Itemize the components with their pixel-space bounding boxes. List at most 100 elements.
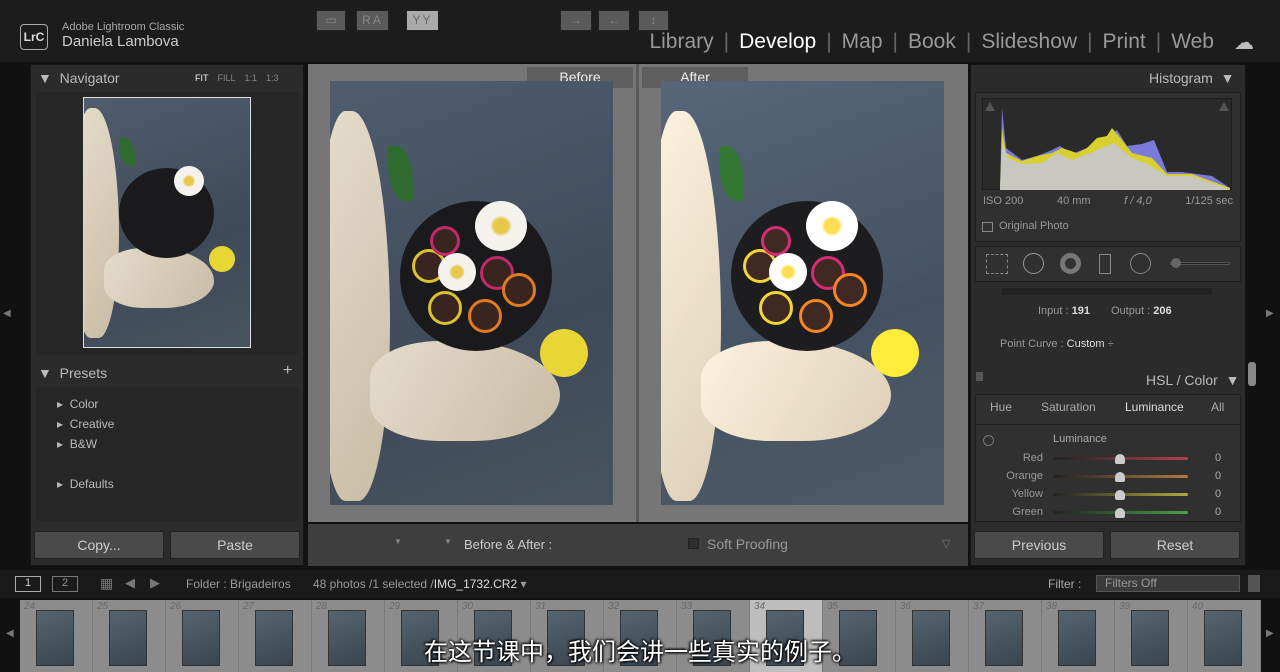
count-label: 48 photos /1 selected / (313, 577, 434, 591)
module-book[interactable]: Book (898, 30, 966, 54)
spot-removal-tool-icon[interactable] (1023, 253, 1044, 274)
tab-luminance[interactable]: Luminance (1125, 400, 1184, 414)
tone-curve-graph[interactable] (1002, 288, 1212, 295)
input-label: Input : (1038, 305, 1069, 317)
preset-folder-defaults[interactable]: ▸ Defaults (57, 477, 114, 491)
preset-folder-creative[interactable]: ▸ Creative (57, 417, 114, 431)
copy-button[interactable]: Copy... (34, 531, 164, 559)
grid-icon[interactable]: ▦ (100, 575, 113, 592)
app-name: Adobe Lightroom Classic (62, 21, 185, 33)
right-panel-toggle-icon[interactable]: ▶ (1266, 308, 1274, 319)
right-panel-scrollbar[interactable] (1248, 362, 1256, 386)
after-photo[interactable] (661, 81, 944, 505)
slider-thumb[interactable] (1115, 454, 1125, 464)
before-after-view-button[interactable]: YY (406, 10, 439, 31)
copy-after-to-before-button[interactable]: ← (598, 10, 630, 31)
iso: ISO 200 (983, 195, 1024, 207)
loupe-view-button[interactable]: ▭ (316, 10, 346, 31)
slider-value[interactable]: 0 (1215, 506, 1221, 518)
before-photo[interactable] (330, 81, 613, 505)
slider-label: Orange (1006, 470, 1043, 482)
thumbnail-number: 40 (1192, 601, 1204, 612)
hsl-title: HSL / Color (1146, 372, 1218, 388)
histogram-chart[interactable] (982, 98, 1232, 190)
slider-value[interactable]: 0 (1215, 470, 1221, 482)
file-name: IMG_1732.CR2 (433, 577, 518, 591)
target-adjustment-icon[interactable] (983, 435, 994, 446)
thumbnail-number: 30 (462, 601, 474, 612)
curve-input: Input : 191 (1038, 305, 1090, 317)
module-develop[interactable]: Develop (729, 30, 826, 54)
filter-select[interactable]: Filters Off (1096, 575, 1240, 592)
original-photo-checkbox[interactable] (982, 222, 993, 232)
filter-lock-icon[interactable] (1248, 575, 1260, 592)
copy-before-to-after-button[interactable]: → (560, 10, 592, 31)
lrc-logo: LrC (20, 24, 48, 50)
module-print[interactable]: Print (1093, 30, 1156, 54)
preset-label: Creative (69, 417, 115, 431)
reference-view-button[interactable]: RA (356, 10, 389, 31)
left-panel-toggle-icon[interactable]: ◀ (3, 308, 11, 319)
thumbnail-number: 33 (681, 601, 693, 612)
point-curve-row: Point Curve : Custom ÷ (1000, 338, 1114, 350)
swap-before-after-button[interactable]: ↕ (638, 10, 669, 31)
panel-switch[interactable] (976, 372, 983, 381)
zoom-fill[interactable]: FILL (218, 73, 236, 83)
module-picker: Library | Develop | Map | Book | Slideshow | … (639, 30, 1224, 54)
slider-thumb[interactable] (1115, 490, 1125, 500)
presets-title: Presets (59, 365, 108, 381)
radial-filter-icon[interactable] (1130, 253, 1151, 274)
slider-thumb[interactable] (1115, 508, 1125, 518)
forward-arrow-icon[interactable]: ▶ (150, 575, 160, 591)
thumbnail-number: 34 (754, 601, 766, 612)
soft-proofing-checkbox[interactable] (688, 538, 699, 549)
navigator-title: Navigator (59, 70, 120, 86)
preset-folder-color[interactable]: ▸ Color (57, 397, 98, 411)
input-value: 191 (1071, 305, 1090, 317)
histogram-header[interactable]: Histogram ▼ (1149, 70, 1234, 86)
chevron-down-icon[interactable]: ▼ (444, 537, 452, 546)
red-eye-tool-icon[interactable] (1060, 253, 1081, 274)
window-1-button[interactable]: 1 (15, 576, 41, 592)
chevron-down-icon[interactable]: ▼ (394, 537, 402, 546)
thumbnail-number: 24 (24, 601, 36, 612)
focal-length: 40 mm (1056, 195, 1091, 207)
slider-value[interactable]: 0 (1215, 488, 1221, 500)
toolbar-menu-icon[interactable]: ▽ (942, 537, 950, 550)
window-2-button[interactable]: 2 (52, 576, 78, 592)
zoom-1-3[interactable]: 1:3 (266, 73, 279, 83)
paste-button[interactable]: Paste (170, 531, 300, 559)
user-name: Daniela Lambova (62, 33, 179, 50)
module-slideshow[interactable]: Slideshow (971, 30, 1087, 54)
folder-label[interactable]: Folder : Brigadeiros (186, 577, 291, 591)
crop-tool-icon[interactable] (986, 254, 1008, 274)
module-web[interactable]: Web (1161, 30, 1224, 54)
tab-hue[interactable]: Hue (990, 400, 1012, 414)
histogram-title: Histogram (1149, 70, 1213, 86)
reset-button[interactable]: Reset (1110, 531, 1240, 559)
brush-icon[interactable] (1171, 258, 1181, 268)
tab-all[interactable]: All (1211, 400, 1224, 414)
tab-saturation[interactable]: Saturation (1041, 400, 1096, 414)
slider-thumb[interactable] (1115, 472, 1125, 482)
previous-button[interactable]: Previous (974, 531, 1104, 559)
navigator-header[interactable]: ▼ Navigator (38, 70, 120, 86)
presets-header[interactable]: ▼ Presets (38, 365, 107, 381)
cloud-icon[interactable]: ☁ (1234, 30, 1254, 55)
add-preset-button[interactable]: + (283, 362, 292, 380)
graduated-filter-icon[interactable] (1099, 254, 1111, 274)
back-arrow-icon[interactable]: ◀ (125, 575, 135, 591)
preset-label: Defaults (69, 477, 114, 491)
zoom-1-1[interactable]: 1:1 (245, 73, 258, 83)
module-library[interactable]: Library (639, 30, 723, 54)
zoom-fit[interactable]: FIT (195, 73, 209, 83)
navigator-photo[interactable] (83, 97, 251, 348)
module-map[interactable]: Map (832, 30, 893, 54)
point-curve-label: Point Curve : (1000, 338, 1064, 350)
slider-value[interactable]: 0 (1215, 452, 1221, 464)
hsl-header[interactable]: HSL / Color ▼ (1146, 372, 1239, 388)
thumbnail-number: 38 (1046, 601, 1058, 612)
photo-count[interactable]: 48 photos /1 selected /IMG_1732.CR2 ▾ (313, 577, 526, 591)
point-curve-select[interactable]: Custom (1067, 338, 1105, 350)
preset-folder-bw[interactable]: ▸ B&W (57, 437, 97, 451)
